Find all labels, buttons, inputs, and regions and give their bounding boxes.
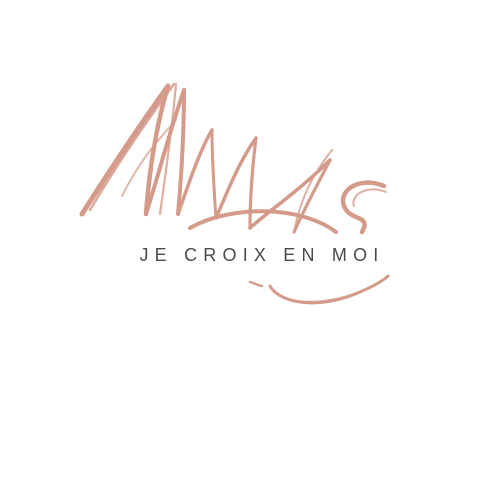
brand-logo: JE CROIX EN MOI: [0, 0, 500, 500]
tagline-text: JE CROIX EN MOI: [139, 245, 385, 265]
